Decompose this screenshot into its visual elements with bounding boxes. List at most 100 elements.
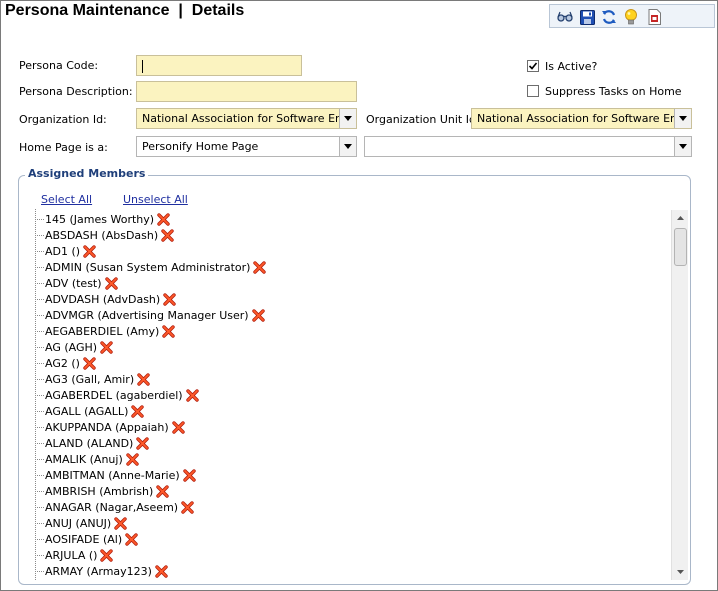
member-label[interactable]: AMBRISH (Ambrish) — [45, 485, 153, 498]
delete-x-icon[interactable] — [100, 340, 113, 354]
delete-x-icon[interactable] — [125, 532, 138, 546]
member-row[interactable]: ADMIN (Susan System Administrator) — [35, 259, 267, 275]
member-label[interactable]: ADV (test) — [45, 277, 102, 290]
home-page-select[interactable]: Personify Home Page — [136, 136, 357, 157]
member-label[interactable]: AD1 () — [45, 245, 80, 258]
home-page-label: Home Page is a: — [19, 141, 108, 154]
delete-x-icon[interactable] — [104, 276, 118, 290]
member-label[interactable]: ARMAY (Armay123) — [45, 565, 152, 578]
scroll-thumb[interactable] — [674, 228, 687, 266]
member-label[interactable]: AOSIFADE (Al) — [45, 533, 122, 546]
report-icon[interactable] — [645, 8, 663, 26]
member-label[interactable]: ADVDASH (AdvDash) — [45, 293, 160, 306]
delete-x-icon[interactable] — [182, 468, 196, 482]
is-active-checkbox[interactable] — [527, 60, 539, 72]
is-active-label: Is Active? — [545, 60, 598, 73]
glasses-icon[interactable] — [556, 8, 574, 26]
delete-x-icon[interactable] — [83, 356, 96, 370]
vertical-scrollbar[interactable] — [671, 210, 688, 580]
delete-x-icon[interactable] — [126, 452, 139, 466]
member-label[interactable]: AGALL (AGALL) — [45, 405, 128, 418]
member-row[interactable]: AG (AGH) — [35, 339, 113, 355]
member-row[interactable]: ADV (test) — [35, 275, 118, 291]
member-label[interactable]: AG2 () — [45, 357, 80, 370]
delete-x-icon[interactable] — [172, 420, 185, 434]
member-row[interactable]: ARMAY (Armay123) — [35, 563, 168, 579]
delete-x-icon[interactable] — [161, 228, 174, 242]
member-row[interactable]: ADVDASH (AdvDash) — [35, 291, 176, 307]
delete-x-icon[interactable] — [157, 212, 170, 226]
member-label[interactable]: ARJULA () — [45, 549, 97, 562]
member-label[interactable]: AKUPPANDA (Appaiah) — [45, 421, 169, 434]
member-row[interactable]: ANAGAR (Nagar,Aseem) — [35, 499, 194, 515]
member-label[interactable]: ANAGAR (Nagar,Aseem) — [45, 501, 178, 514]
member-row[interactable]: AD1 () — [35, 243, 96, 259]
member-row[interactable]: AOSIFADE (Al) — [35, 531, 138, 547]
persona-code-input[interactable] — [136, 55, 302, 76]
delete-x-icon[interactable] — [251, 308, 265, 322]
unselect-all-link[interactable]: Unselect All — [123, 193, 188, 206]
member-row[interactable]: AMALIK (Anuj) — [35, 451, 139, 467]
title-separator: | — [178, 2, 183, 19]
tree-branch — [35, 538, 44, 540]
member-label[interactable]: AG (AGH) — [45, 341, 97, 354]
delete-x-icon[interactable] — [253, 260, 267, 274]
member-row[interactable]: AGABERDEL (agaberdiel) — [35, 387, 199, 403]
member-label[interactable]: 145 (James Worthy) — [45, 213, 154, 226]
delete-x-icon[interactable] — [137, 372, 150, 386]
tree-branch — [35, 346, 44, 348]
member-label[interactable]: AEGABERDIEL (Amy) — [45, 325, 159, 338]
member-label[interactable]: ADVMGR (Advertising Manager User) — [45, 309, 249, 322]
delete-x-icon[interactable] — [181, 500, 194, 514]
delete-x-icon[interactable] — [155, 564, 168, 578]
member-row[interactable]: AMBITMAN (Anne-Marie) — [35, 467, 196, 483]
chevron-down-icon[interactable] — [674, 137, 691, 156]
chevron-down-icon[interactable] — [339, 137, 356, 156]
lightbulb-icon[interactable] — [622, 8, 640, 26]
member-row[interactable]: ALAND (ALAND) — [35, 435, 150, 451]
member-row[interactable]: ARJULA () — [35, 547, 114, 563]
organization-id-select[interactable]: National Association for Software Engine… — [136, 108, 357, 129]
save-icon[interactable] — [578, 8, 596, 26]
delete-x-icon[interactable] — [114, 516, 127, 530]
chevron-down-icon[interactable] — [674, 109, 691, 128]
delete-x-icon[interactable] — [131, 404, 145, 418]
home-page-detail-select[interactable] — [364, 136, 692, 157]
member-label[interactable]: AG3 (Gall, Amir) — [45, 373, 134, 386]
member-row[interactable]: AG3 (Gall, Amir) — [35, 371, 150, 387]
member-label[interactable]: ANUJ (ANUJ) — [45, 517, 111, 530]
tree-branch — [35, 362, 44, 364]
member-row[interactable]: ADVMGR (Advertising Manager User) — [35, 307, 265, 323]
member-label[interactable]: ABSDASH (AbsDash) — [45, 229, 158, 242]
member-row[interactable]: AKUPPANDA (Appaiah) — [35, 419, 185, 435]
chevron-down-icon[interactable] — [339, 109, 356, 128]
member-row[interactable]: AMBRISH (Ambrish) — [35, 483, 169, 499]
page-title: Persona Maintenance | Details — [5, 2, 244, 20]
delete-x-icon[interactable] — [185, 388, 199, 402]
member-row[interactable]: ANUJ (ANUJ) — [35, 515, 127, 531]
delete-x-icon[interactable] — [163, 292, 176, 306]
refresh-icon[interactable] — [600, 8, 618, 26]
suppress-tasks-checkbox[interactable] — [527, 85, 539, 97]
member-row[interactable]: AGALL (AGALL) — [35, 403, 145, 419]
delete-x-icon[interactable] — [156, 484, 169, 498]
member-row[interactable]: 145 (James Worthy) — [35, 211, 170, 227]
member-row[interactable]: AEGABERDIEL (Amy) — [35, 323, 175, 339]
persona-description-input[interactable] — [136, 81, 357, 102]
member-label[interactable]: ADMIN (Susan System Administrator) — [45, 261, 250, 274]
delete-x-icon[interactable] — [162, 324, 175, 338]
delete-x-icon[interactable] — [100, 548, 114, 562]
scroll-up-icon[interactable] — [672, 210, 689, 226]
member-label[interactable]: AGABERDEL (agaberdiel) — [45, 389, 183, 402]
delete-x-icon[interactable] — [83, 244, 96, 258]
tree-branch — [35, 554, 44, 556]
member-label[interactable]: AMBITMAN (Anne-Marie) — [45, 469, 180, 482]
delete-x-icon[interactable] — [136, 436, 150, 450]
member-label[interactable]: AMALIK (Anuj) — [45, 453, 123, 466]
member-row[interactable]: AG2 () — [35, 355, 96, 371]
member-row[interactable]: ABSDASH (AbsDash) — [35, 227, 174, 243]
scroll-down-icon[interactable] — [672, 564, 689, 580]
select-all-link[interactable]: Select All — [41, 193, 92, 206]
organization-unit-id-select[interactable]: National Association for Software Engine… — [471, 108, 692, 129]
member-label[interactable]: ALAND (ALAND) — [45, 437, 133, 450]
